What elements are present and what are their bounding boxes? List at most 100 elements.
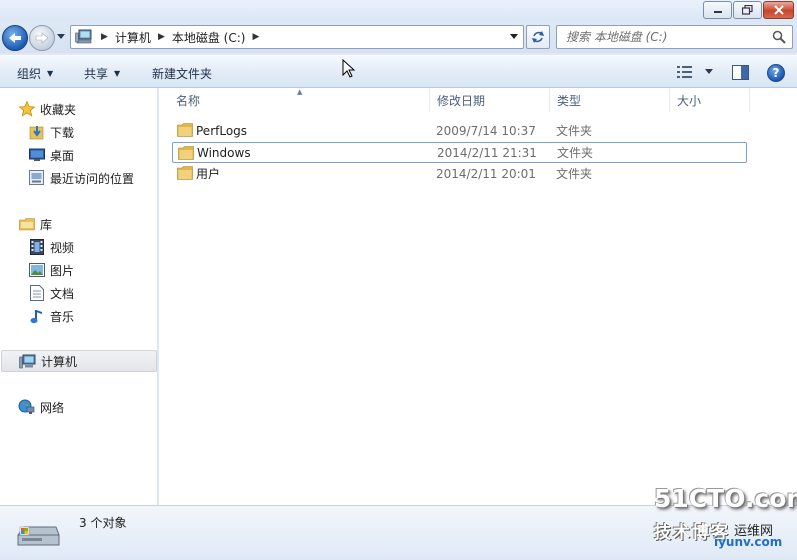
search-box[interactable] xyxy=(556,25,793,49)
breadcrumb-computer[interactable]: 计算机 xyxy=(115,29,151,46)
search-input[interactable] xyxy=(557,26,757,48)
command-bar: 组织 ▼ 共享 ▼ 新建文件夹 ? xyxy=(0,55,797,88)
recent-places-icon xyxy=(28,170,45,187)
sidebar-item-libraries[interactable]: 库 xyxy=(18,213,174,235)
search-icon[interactable] xyxy=(772,30,786,44)
drive-icon xyxy=(17,526,60,546)
sidebar-item-label: 库 xyxy=(40,217,53,232)
download-folder-icon xyxy=(28,124,45,141)
minimize-button[interactable] xyxy=(703,1,732,19)
sidebar-item-label: 计算机 xyxy=(41,354,78,369)
close-icon xyxy=(773,5,784,15)
forward-arrow-icon xyxy=(35,32,49,44)
maximize-button[interactable] xyxy=(733,1,762,19)
new-folder-button[interactable]: 新建文件夹 xyxy=(152,65,212,82)
sidebar-item-label: 图片 xyxy=(50,263,75,278)
folder-icon xyxy=(178,146,194,160)
sort-ascending-icon: ▲ xyxy=(297,88,303,96)
column-header-modified[interactable]: 修改日期 xyxy=(420,88,540,112)
breadcrumb-local-disk[interactable]: 本地磁盘 (C:) xyxy=(172,29,246,46)
share-button[interactable]: 共享 ▼ xyxy=(84,65,120,82)
sidebar-item-label: 桌面 xyxy=(50,148,75,163)
mouse-cursor-icon xyxy=(342,59,356,78)
column-header-label: 名称 xyxy=(176,93,201,108)
folder-icon xyxy=(177,123,193,137)
network-icon xyxy=(18,399,35,416)
navigation-bar: ▶ 计算机 ▶ 本地磁盘 (C:) ▶ xyxy=(0,22,797,53)
refresh-button[interactable] xyxy=(526,25,550,49)
file-modified: 2009/7/14 10:37 xyxy=(436,123,536,138)
video-icon xyxy=(28,239,45,256)
sidebar-item-computer[interactable]: 计算机 xyxy=(1,350,157,372)
watermark: 51CTO.com 技术博客 运维网 iyunv.com xyxy=(652,484,797,554)
title-bar xyxy=(0,0,797,22)
sidebar-item-label: 收藏夹 xyxy=(40,102,77,117)
navigation-pane: 收藏夹 下载 桌面 最近访问的位置 库 视频 图片 文档 音乐 计算机 网络 xyxy=(0,88,158,505)
chevron-down-icon: ▼ xyxy=(114,69,121,78)
new-folder-label: 新建文件夹 xyxy=(152,67,213,81)
document-icon xyxy=(28,285,45,302)
restore-icon xyxy=(742,5,753,15)
music-icon xyxy=(28,308,45,325)
organize-button[interactable]: 组织 ▼ xyxy=(17,65,53,82)
address-bar[interactable]: ▶ 计算机 ▶ 本地磁盘 (C:) ▶ xyxy=(70,25,524,49)
share-label: 共享 xyxy=(84,67,109,81)
libraries-icon xyxy=(18,216,35,233)
sidebar-item-network[interactable]: 网络 xyxy=(18,396,174,418)
column-header-type[interactable]: 类型 xyxy=(540,88,670,112)
file-modified: 2014/2/11 20:01 xyxy=(436,166,536,181)
window-controls xyxy=(703,1,794,19)
refresh-icon xyxy=(532,31,544,43)
file-type: 文件夹 xyxy=(556,124,593,138)
column-header-name[interactable]: 名称 xyxy=(159,88,429,112)
sidebar-item-label: 最近访问的位置 xyxy=(50,171,135,186)
file-type: 文件夹 xyxy=(556,167,593,181)
sidebar-item-label: 下载 xyxy=(50,125,75,140)
change-view-button[interactable] xyxy=(677,65,714,79)
back-button[interactable] xyxy=(2,25,28,51)
picture-icon xyxy=(28,262,45,279)
preview-pane-button[interactable] xyxy=(732,65,749,80)
computer-icon xyxy=(19,353,36,370)
file-row[interactable]: 用户 2014/2/11 20:01 文件夹 xyxy=(172,163,747,184)
watermark-site: 51CTO.com xyxy=(654,484,797,513)
chevron-down-icon xyxy=(705,69,713,74)
desktop-icon xyxy=(28,147,45,164)
column-separator[interactable] xyxy=(749,88,750,112)
breadcrumb-separator[interactable]: ▶ xyxy=(252,32,259,42)
sidebar-item-label: 文档 xyxy=(50,286,75,301)
breadcrumb-separator[interactable]: ▶ xyxy=(101,32,108,42)
column-header-label: 大小 xyxy=(677,93,702,108)
column-header-size[interactable]: 大小 xyxy=(660,88,750,112)
watermark-domain: iyunv.com xyxy=(714,535,783,549)
file-row[interactable]: PerfLogs 2009/7/14 10:37 文件夹 xyxy=(172,120,747,141)
item-count: 3 个对象 xyxy=(79,516,127,530)
forward-button[interactable] xyxy=(29,25,55,51)
computer-icon xyxy=(75,29,93,45)
sidebar-item-label: 视频 xyxy=(50,240,75,255)
chevron-down-icon: ▼ xyxy=(47,69,54,78)
file-row-selected[interactable]: Windows 2014/2/11 21:31 文件夹 xyxy=(172,142,747,163)
column-header-label: 类型 xyxy=(557,93,582,108)
sidebar-item-label: 音乐 xyxy=(50,309,75,324)
folder-icon xyxy=(177,166,193,180)
close-button[interactable] xyxy=(763,1,794,19)
recent-pages-dropdown[interactable] xyxy=(57,34,66,40)
file-name: PerfLogs xyxy=(196,123,248,138)
file-name: 用户 xyxy=(196,167,221,181)
star-icon xyxy=(18,101,35,118)
minimize-icon xyxy=(713,11,722,13)
organize-label: 组织 xyxy=(17,67,42,81)
file-type: 文件夹 xyxy=(557,146,594,160)
file-name: Windows xyxy=(197,145,251,160)
column-header-label: 修改日期 xyxy=(437,93,486,108)
file-list: 名称 ▲ 修改日期 类型 大小 PerfLogs 2009/7/14 10:37… xyxy=(159,59,797,505)
sidebar-item-label: 网络 xyxy=(40,400,65,415)
back-arrow-icon xyxy=(9,33,21,43)
help-icon: ? xyxy=(772,66,780,80)
help-button[interactable]: ? xyxy=(767,64,785,82)
breadcrumb-separator[interactable]: ▶ xyxy=(158,32,165,42)
file-modified: 2014/2/11 21:31 xyxy=(437,145,537,160)
address-history-dropdown[interactable] xyxy=(510,34,519,40)
sidebar-item-favorites[interactable]: 收藏夹 xyxy=(18,98,174,120)
